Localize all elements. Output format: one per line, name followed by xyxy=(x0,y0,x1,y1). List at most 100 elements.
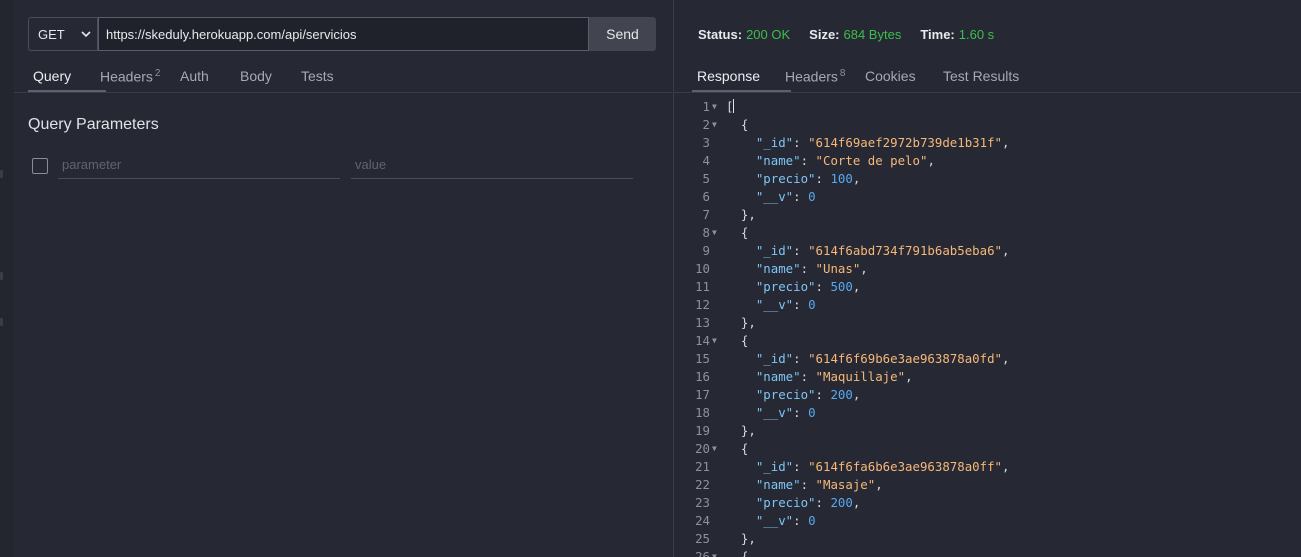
json-token-punct: : xyxy=(793,243,809,258)
json-token-key: "__v" xyxy=(726,297,794,312)
code-line: "name": "Masaje", xyxy=(726,476,883,494)
json-token-punct: : xyxy=(815,387,831,402)
url-input[interactable]: https://skeduly.herokuapp.com/api/servic… xyxy=(98,17,589,51)
json-token-key: "__v" xyxy=(726,189,794,204)
json-token-string: "614f69aef2972b739de1b31f" xyxy=(808,135,1003,150)
edge-marker xyxy=(0,318,3,326)
json-token-key: "precio" xyxy=(726,495,816,510)
response-tabs: Response Headers 8 Cookies Test Results xyxy=(692,64,1033,92)
json-token-key: "precio" xyxy=(726,279,816,294)
json-token-number: 200 xyxy=(830,387,853,402)
line-number: 17 xyxy=(695,387,710,402)
param-enable-checkbox[interactable] xyxy=(32,158,48,174)
code-line: }, xyxy=(726,530,756,548)
tab-tests[interactable]: Tests xyxy=(301,64,351,92)
param-value-input[interactable]: value xyxy=(351,157,633,179)
line-number: 3 xyxy=(702,135,710,150)
fold-toggle-icon[interactable]: ▼ xyxy=(712,224,717,242)
tab-cookies[interactable]: Cookies xyxy=(865,64,943,92)
line-number: 15 xyxy=(695,351,710,366)
json-token-punct: , xyxy=(1002,243,1010,258)
json-token-key: "precio" xyxy=(726,171,816,186)
tab-query[interactable]: Query xyxy=(28,64,106,92)
line-number: 12 xyxy=(695,297,710,312)
activity-bar-edge xyxy=(0,0,14,557)
code-line: "name": "Corte de pelo", xyxy=(726,152,935,170)
fold-toggle-icon[interactable]: ▼ xyxy=(712,548,717,557)
json-token-punct: : xyxy=(793,513,809,528)
tab-body[interactable]: Body xyxy=(240,64,301,92)
send-button[interactable]: Send xyxy=(589,17,656,51)
json-token-string: "Unas" xyxy=(815,261,861,276)
line-number: 22 xyxy=(695,477,710,492)
line-number: 20 xyxy=(695,441,710,456)
json-token-string: "Maquillaje" xyxy=(815,369,906,384)
time-value: 1.60 s xyxy=(958,27,995,42)
json-token-punct: , xyxy=(852,495,861,510)
json-token-punct: { xyxy=(726,117,749,132)
tab-headers[interactable]: Headers 2 xyxy=(100,64,180,92)
line-number: 26 xyxy=(695,549,710,557)
fold-toggle-icon[interactable]: ▼ xyxy=(712,98,717,116)
json-token-punct: : xyxy=(793,297,809,312)
json-token-key: "_id" xyxy=(726,243,794,258)
code-line: }, xyxy=(726,314,756,332)
json-token-string: "614f6fa6b6e3ae963878a0ff" xyxy=(808,459,1003,474)
json-token-punct: , xyxy=(852,279,861,294)
size-label: Size: xyxy=(809,27,840,42)
json-token-string: "614f6abd734f791b6ab5eba6" xyxy=(808,243,1003,258)
code-line: { xyxy=(726,548,748,557)
json-token-key: "name" xyxy=(726,153,801,168)
tabs-divider xyxy=(674,92,1301,93)
tab-test-results[interactable]: Test Results xyxy=(943,64,1033,92)
json-token-punct: : xyxy=(793,405,809,420)
line-number: 1 xyxy=(702,99,710,114)
json-token-punct: : xyxy=(815,171,831,186)
request-tabs: Query Headers 2 Auth Body Tests xyxy=(28,64,351,92)
response-status-bar: Status: 200 OK Size: 684 Bytes Time: 1.6… xyxy=(698,27,1013,42)
fold-toggle-icon[interactable]: ▼ xyxy=(712,116,717,134)
json-token-string: "614f6f69b6e3ae963878a0fd" xyxy=(808,351,1003,366)
tab-response[interactable]: Response xyxy=(692,64,791,92)
json-token-punct: , xyxy=(905,369,913,384)
json-token-punct: }, xyxy=(726,315,756,330)
edge-marker xyxy=(0,272,3,280)
time-label: Time: xyxy=(920,27,955,42)
json-token-punct: { xyxy=(726,225,749,240)
json-token-punct: , xyxy=(860,261,868,276)
tab-auth[interactable]: Auth xyxy=(180,64,240,92)
fold-toggle-icon[interactable]: ▼ xyxy=(712,440,717,458)
size-value: 684 Bytes xyxy=(843,27,902,42)
json-token-punct: : xyxy=(793,189,809,204)
edge-marker xyxy=(0,170,3,178)
tab-response-headers[interactable]: Headers 8 xyxy=(785,64,865,92)
json-token-punct: }, xyxy=(726,207,756,222)
json-token-key: "name" xyxy=(726,369,801,384)
method-select[interactable]: GET xyxy=(28,17,98,51)
line-number: 11 xyxy=(695,279,710,294)
json-token-key: "__v" xyxy=(726,513,794,528)
code-line: "precio": 500, xyxy=(726,278,860,296)
code-line: "__v": 0 xyxy=(726,512,816,530)
json-token-number: 200 xyxy=(830,495,853,510)
line-number: 2 xyxy=(702,117,710,132)
json-token-punct: : xyxy=(800,369,816,384)
fold-toggle-icon[interactable]: ▼ xyxy=(712,332,717,350)
json-token-key: "__v" xyxy=(726,405,794,420)
code-line: "precio": 200, xyxy=(726,386,860,404)
request-bar: GET https://skeduly.herokuapp.com/api/se… xyxy=(28,17,656,51)
method-value: GET xyxy=(38,26,65,42)
line-number: 25 xyxy=(695,531,710,546)
json-token-number: 0 xyxy=(808,189,816,204)
status-value: 200 OK xyxy=(746,27,791,42)
param-name-input[interactable]: parameter xyxy=(58,157,340,179)
json-token-key: "name" xyxy=(726,261,801,276)
code-line: "name": "Unas", xyxy=(726,260,868,278)
json-token-punct: , xyxy=(852,171,861,186)
code-line: "precio": 200, xyxy=(726,494,860,512)
json-token-punct: , xyxy=(1002,351,1010,366)
line-number: 19 xyxy=(695,423,710,438)
json-token-string: "Corte de pelo" xyxy=(815,153,928,168)
tab-label: Body xyxy=(240,68,272,84)
json-token-punct: , xyxy=(875,477,883,492)
